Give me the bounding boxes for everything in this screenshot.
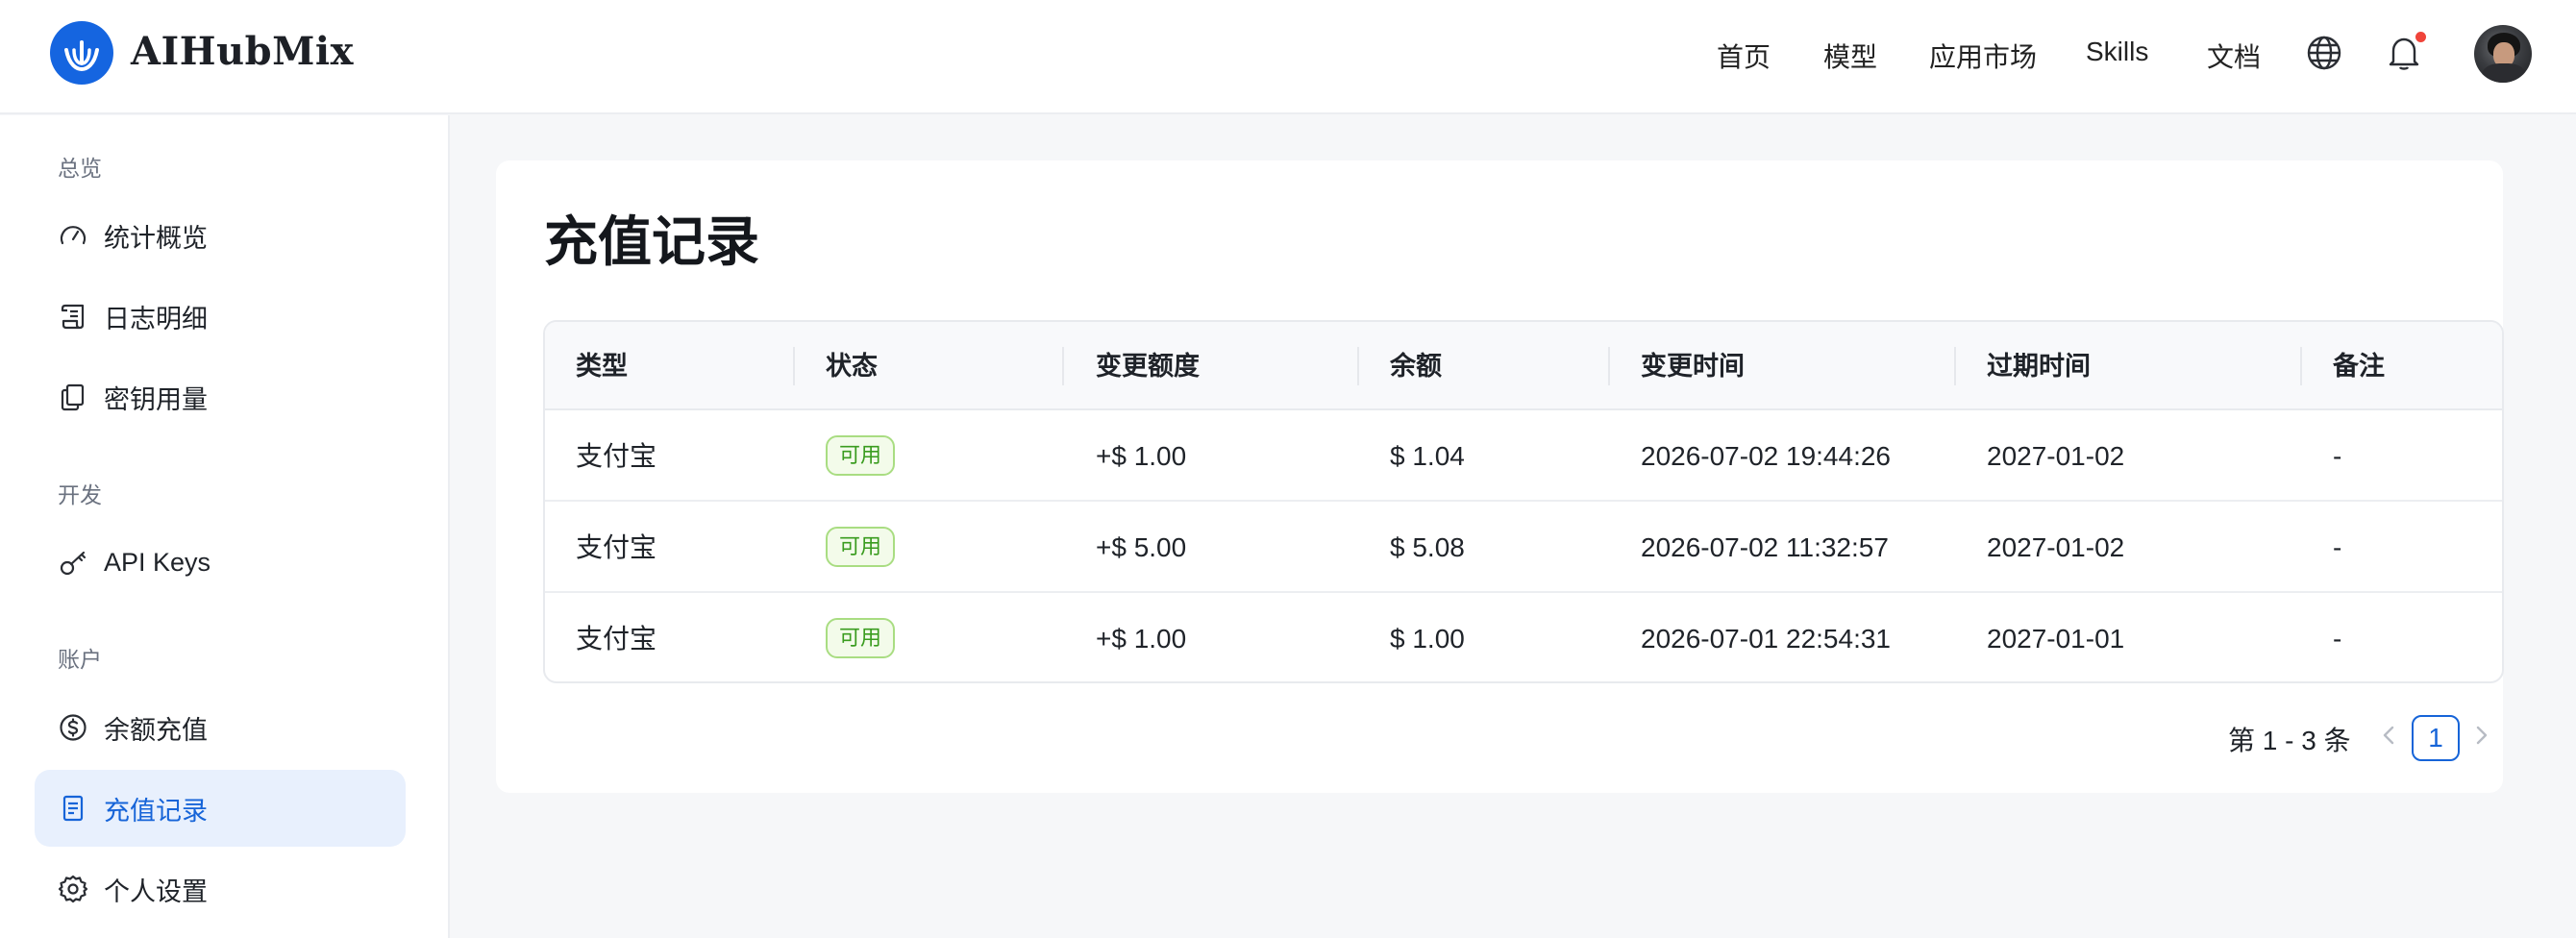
logo-icon[interactable] [50, 21, 113, 85]
cell-expires-at: 2027-01-02 [1987, 441, 2125, 471]
sidebar-item-balance-topup[interactable]: 余额充值 [35, 689, 406, 766]
cell-change: +$ 5.00 [1096, 532, 1187, 562]
cell-expires-at: 2027-01-02 [1987, 532, 2125, 562]
sidebar-item-label: 余额充值 [104, 715, 208, 745]
sidebar-item-label: API Keys [104, 547, 211, 577]
sidebar-item-api-keys[interactable]: API Keys [35, 524, 406, 601]
status-badge: 可用 [826, 435, 896, 476]
gauge-icon [58, 220, 88, 251]
notification-dot [2415, 32, 2426, 42]
cell-type: 支付宝 [576, 624, 657, 654]
table-row: 支付宝 可用 +$ 1.00 $ 1.00 2026-07-01 22:54:3… [545, 593, 2502, 681]
column-header-expires-at[interactable]: 过期时间 [1987, 322, 2091, 410]
dollar-icon [58, 712, 88, 743]
nav-docs[interactable]: 文档 [2207, 37, 2261, 75]
receipt-icon [58, 793, 88, 824]
pagination-page-1[interactable]: 1 [2412, 715, 2460, 761]
cell-note: - [2333, 532, 2342, 562]
copy-icon [58, 382, 88, 412]
cell-balance: $ 1.00 [1390, 624, 1465, 654]
scroll-icon [58, 301, 88, 332]
page-title: 充值记录 [544, 211, 759, 272]
cell-changed-at: 2026-07-02 19:44:26 [1641, 441, 1891, 471]
sidebar-group-account: 账户 [58, 647, 102, 672]
nav-skills[interactable]: Skills [2086, 37, 2148, 67]
sidebar-item-personal-settings[interactable]: 个人设置 [35, 851, 406, 927]
status-badge: 可用 [826, 618, 896, 658]
cell-changed-at: 2026-07-02 11:32:57 [1641, 532, 1889, 562]
column-header-status[interactable]: 状态 [826, 322, 878, 410]
column-header-change[interactable]: 变更额度 [1096, 322, 1200, 410]
cell-balance: $ 1.04 [1390, 441, 1465, 471]
globe-icon[interactable] [2306, 35, 2342, 76]
cell-type: 支付宝 [576, 532, 657, 562]
column-header-note[interactable]: 备注 [2333, 322, 2385, 410]
cell-type: 支付宝 [576, 441, 657, 471]
cell-change: +$ 1.00 [1096, 441, 1187, 471]
pagination-total: 第 1 - 3 条 [2228, 726, 2351, 755]
status-badge: 可用 [826, 527, 896, 567]
main-card: 充值记录 类型 状态 变更额度 余额 变更时间 过期时间 备注 支付宝 可用 +… [496, 160, 2504, 793]
chevron-right-icon[interactable] [2466, 721, 2495, 750]
sidebar-item-label: 统计概览 [104, 223, 208, 253]
column-header-type[interactable]: 类型 [576, 322, 628, 410]
top-header: AIHubMix 首页 模型 应用市场 Skills 文档 [0, 0, 2576, 114]
nav-models[interactable]: 模型 [1823, 37, 1877, 75]
sidebar-item-log-details[interactable]: 日志明细 [35, 278, 406, 355]
table-row: 支付宝 可用 +$ 5.00 $ 5.08 2026-07-02 11:32:5… [545, 502, 2502, 593]
cell-balance: $ 5.08 [1390, 532, 1465, 562]
column-header-changed-at[interactable]: 变更时间 [1641, 322, 1745, 410]
sidebar-item-label: 日志明细 [104, 304, 208, 333]
table-header: 类型 状态 变更额度 余额 变更时间 过期时间 备注 [545, 322, 2502, 410]
avatar[interactable] [2474, 25, 2532, 83]
sidebar-item-stats-overview[interactable]: 统计概览 [35, 197, 406, 274]
sidebar-item-label: 充值记录 [104, 796, 208, 826]
sidebar-item-label: 个人设置 [104, 876, 208, 906]
sidebar-item-label: 密钥用量 [104, 384, 208, 414]
nav-app-market[interactable]: 应用市场 [1929, 37, 2037, 75]
nav-home[interactable]: 首页 [1717, 37, 1771, 75]
table-row: 支付宝 可用 +$ 1.00 $ 1.04 2026-07-02 19:44:2… [545, 410, 2502, 502]
app-name[interactable]: AIHubMix [131, 29, 354, 74]
sidebar-item-key-usage[interactable]: 密钥用量 [35, 358, 406, 435]
gear-icon [58, 874, 88, 904]
cell-expires-at: 2027-01-01 [1987, 624, 2125, 654]
topup-records-table: 类型 状态 变更额度 余额 变更时间 过期时间 备注 支付宝 可用 +$ 1.0… [543, 320, 2504, 683]
cell-note: - [2333, 624, 2342, 654]
cell-change: +$ 1.00 [1096, 624, 1187, 654]
chevron-left-icon[interactable] [2375, 721, 2404, 750]
sidebar-group-overview: 总览 [58, 156, 102, 181]
sidebar-group-develop: 开发 [58, 482, 102, 507]
sidebar-item-topup-records[interactable]: 充值记录 [35, 770, 406, 847]
cell-note: - [2333, 441, 2342, 471]
key-icon [58, 547, 88, 578]
column-header-balance[interactable]: 余额 [1390, 322, 1442, 410]
sidebar: 总览 统计概览 日志明细 密钥用量 开发 API Keys 账户 余额充值 充值… [0, 115, 450, 938]
cell-changed-at: 2026-07-01 22:54:31 [1641, 624, 1891, 654]
